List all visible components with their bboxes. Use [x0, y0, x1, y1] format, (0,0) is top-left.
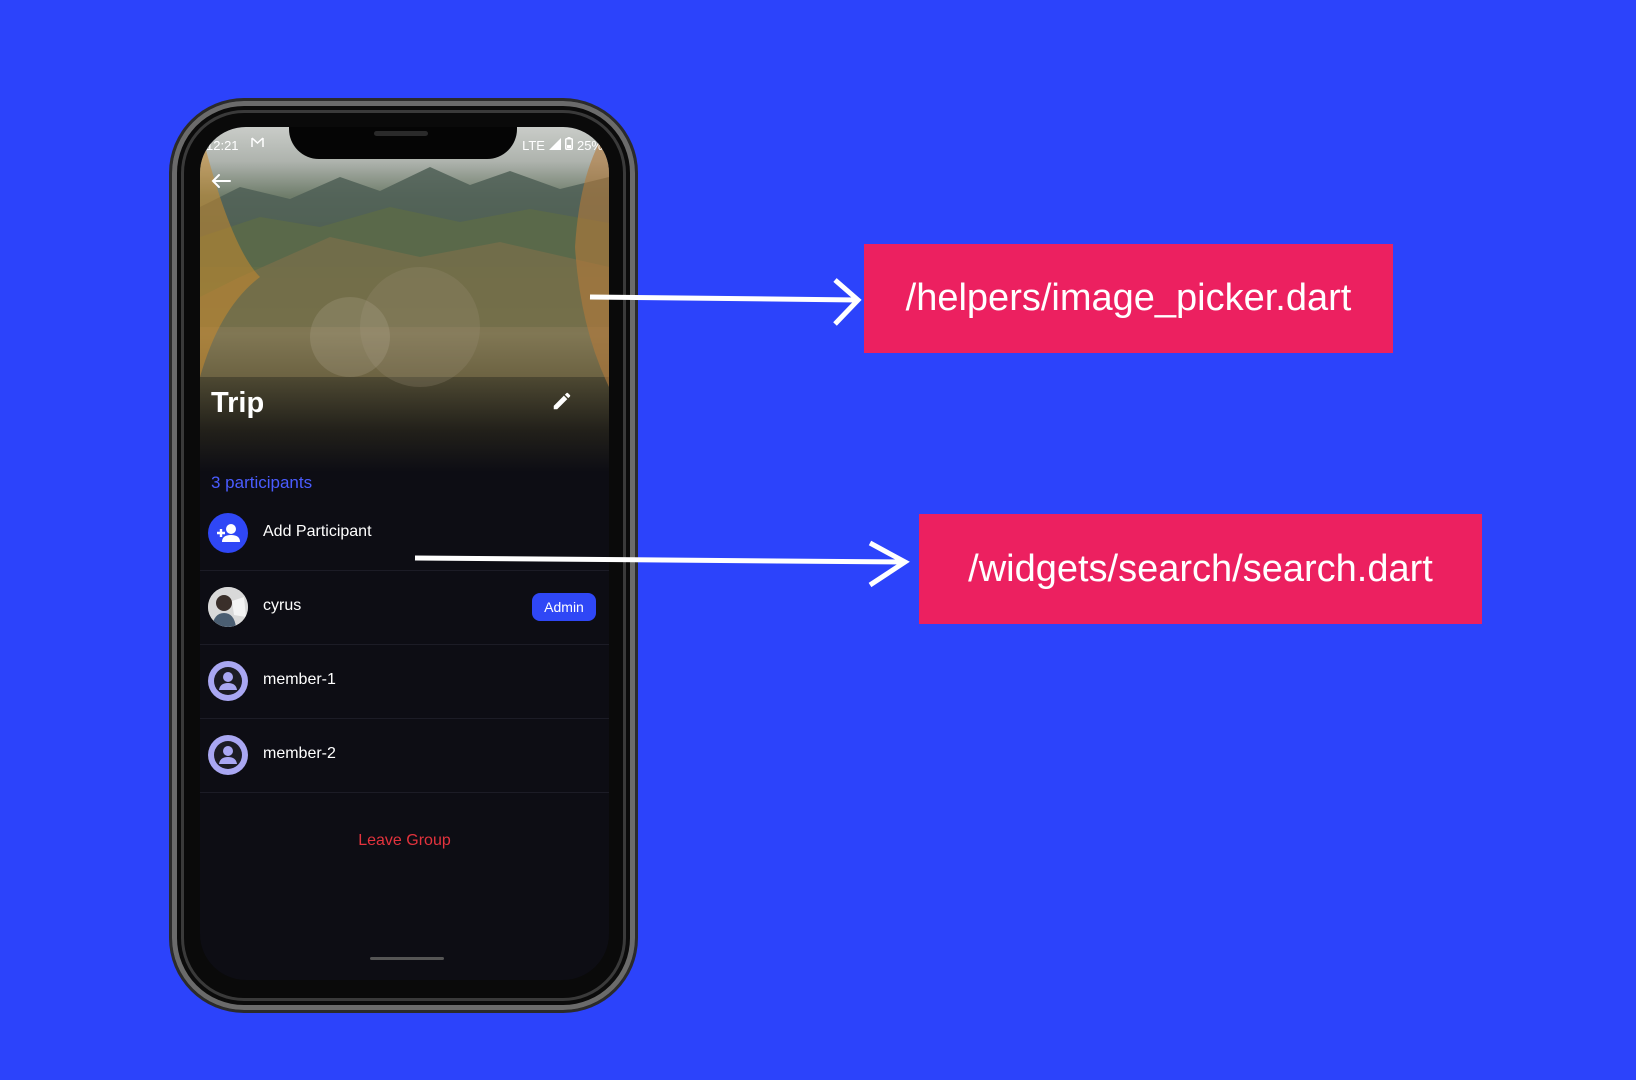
callout-search: /widgets/search/search.dart: [919, 514, 1482, 624]
speaker-grille: [374, 131, 428, 136]
network-label: LTE: [522, 137, 545, 153]
participant-name: member-2: [263, 745, 336, 762]
group-cover-image[interactable]: [200, 127, 609, 472]
person-icon: [208, 735, 248, 775]
home-indicator: [370, 957, 444, 960]
group-title: Trip: [211, 387, 265, 419]
participant-row[interactable]: member-1: [200, 644, 609, 719]
participants-count: 3 participants: [211, 473, 313, 492]
mountain-landscape: [200, 127, 609, 387]
add-participant-label: Add Participant: [263, 523, 372, 540]
person-icon: [208, 661, 248, 701]
phone-screen: 12:21 LTE 25% Trip 3 participants Add Pa…: [200, 127, 609, 980]
participant-row[interactable]: member-2: [200, 718, 609, 793]
participant-row[interactable]: cyrus Admin: [200, 570, 609, 645]
participant-name: cyrus: [263, 597, 302, 614]
arrow-search-head: [868, 540, 910, 588]
leave-group-button[interactable]: Leave Group: [200, 832, 609, 850]
gmail-icon: [251, 136, 264, 151]
admin-badge: Admin: [532, 593, 596, 621]
battery-icon: [564, 137, 573, 153]
avatar: [208, 587, 248, 627]
signal-icon: [548, 137, 561, 153]
participant-name: member-1: [263, 671, 336, 688]
edit-pencil-icon[interactable]: [551, 390, 573, 417]
battery-level: 25%: [576, 137, 603, 153]
status-right: LTE 25%: [522, 137, 603, 153]
add-person-icon: [208, 513, 248, 553]
arrow-image-picker-head: [833, 278, 862, 326]
add-participant-row[interactable]: Add Participant: [200, 496, 609, 571]
callout-image-picker: /helpers/image_picker.dart: [864, 244, 1393, 353]
back-arrow-icon[interactable]: [210, 173, 232, 194]
status-time: 12:21: [206, 138, 239, 153]
